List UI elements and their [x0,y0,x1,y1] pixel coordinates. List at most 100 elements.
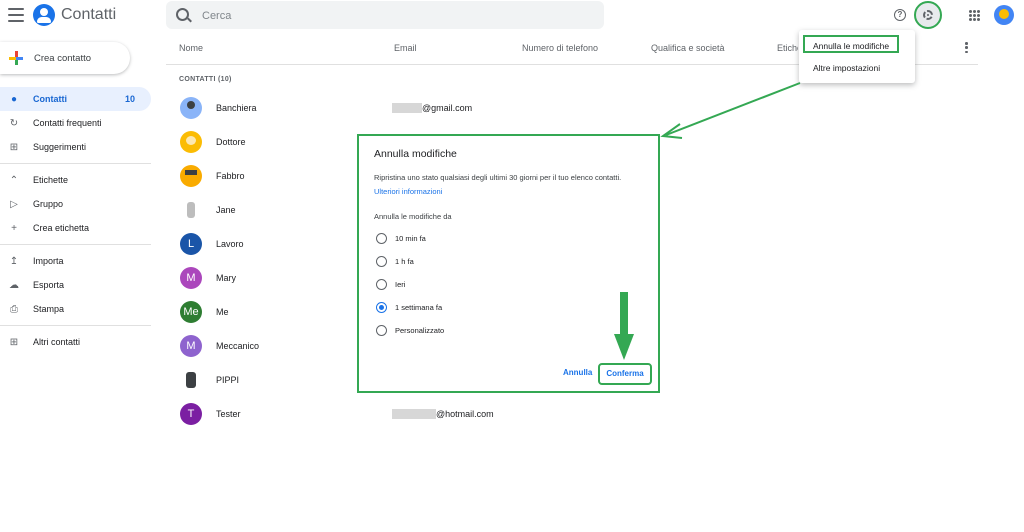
contact-email: @gmail.com [392,103,472,113]
sidebar-item-group[interactable]: ▷ Gruppo [0,192,151,216]
sidebar-item-label: Contatti frequenti [33,118,102,128]
radio-label: Personalizzato [395,326,445,335]
avatar [180,369,202,391]
contact-name: Jane [216,205,236,215]
table-row[interactable]: T Tester @hotmail.com [166,398,966,432]
column-header-job[interactable]: Qualifica e società [651,43,725,53]
sidebar-item-other-contacts[interactable]: ⊞ Altri contatti [0,330,151,354]
avatar [180,165,202,187]
sidebar-item-label: Stampa [33,304,65,314]
suggestion-icon: ⊞ [9,141,19,153]
avatar: M [180,267,202,289]
contact-email: @hotmail.com [392,409,494,419]
account-avatar[interactable] [994,5,1014,25]
dialog-description: Ripristina uno stato qualsiasi degli ult… [374,173,622,182]
radio-label: 1 h fa [395,257,414,266]
contacts-logo-icon [33,4,55,26]
dialog-subtitle: Annulla le modifiche da [374,212,452,221]
main-menu-icon[interactable] [8,8,24,22]
sidebar-item-label: Importa [33,256,64,266]
radio-button[interactable] [376,233,387,244]
contact-name: Fabbro [216,171,245,181]
avatar [180,97,202,119]
create-contact-button[interactable]: Crea contatto [0,42,130,74]
contact-name: Tester [216,409,241,419]
sidebar-item-frequent[interactable]: ↻ Contatti frequenti [0,111,151,135]
sidebar-item-label: Gruppo [33,199,64,209]
radio-option-yesterday[interactable]: Ieri [376,279,405,290]
radio-option-1h[interactable]: 1 h fa [376,256,414,267]
avatar: L [180,233,202,255]
chevron-up-icon: ⌃ [9,174,19,186]
search-input[interactable] [200,6,594,26]
create-contact-label: Crea contatto [34,52,92,64]
column-header-email[interactable]: Email [394,43,417,53]
gear-icon [923,10,933,20]
sidebar-item-create-label[interactable]: + Crea etichetta [0,216,151,240]
dialog-title: Annulla modifiche [374,148,457,160]
sidebar-item-export[interactable]: ☁ Esporta [0,273,151,297]
cloud-download-icon: ☁ [9,279,19,291]
menu-item-other-settings[interactable]: Altre impostazioni [813,63,880,73]
settings-button[interactable] [914,1,942,29]
printer-icon: ⎙ [10,303,18,315]
search-icon[interactable] [176,8,189,21]
radio-option-1week[interactable]: 1 settimana fa [376,302,442,313]
avatar [180,199,202,221]
sidebar-item-label: Etichette [33,175,69,185]
sidebar-item-label: Contatti [33,94,67,104]
radio-label: Ieri [395,280,406,289]
sidebar-item-contacts[interactable]: ● Contatti 10 [0,87,151,111]
person-icon: ● [10,93,18,105]
sidebar-item-label: Suggerimenti [33,142,87,152]
sidebar-item-suggestions[interactable]: ⊞ Suggerimenti [0,135,151,159]
sidebar-divider [0,325,151,326]
column-header-phone[interactable]: Numero di telefono [522,43,598,53]
menu-item-undo-changes[interactable]: Annulla le modifiche [813,41,889,51]
contact-name: Me [216,307,229,317]
contacts-count: 10 [124,94,135,104]
avatar [180,131,202,153]
section-label: CONTATTI (10) [179,76,232,83]
help-icon[interactable]: ? [894,9,906,21]
column-header-labels[interactable]: Etichette [777,43,798,53]
sidebar-item-import[interactable]: ↥ Importa [0,249,151,273]
more-options-icon[interactable] [965,42,968,53]
learn-more-link[interactable]: Ulteriori informazioni [374,187,442,196]
contact-name: Dottore [216,137,246,147]
sidebar-divider [0,244,151,245]
radio-button[interactable] [376,256,387,267]
radio-button[interactable] [376,279,387,290]
radio-label: 1 settimana fa [395,303,443,312]
cancel-button[interactable]: Annulla [563,368,592,377]
sidebar-item-print[interactable]: ⎙ Stampa [0,297,151,321]
column-header-name[interactable]: Nome [179,43,203,53]
arrow-down-icon [614,292,634,360]
contact-name: Banchiera [216,103,257,113]
avatar: Me [180,301,202,323]
app-title: Contatti [61,6,117,23]
sidebar-item-label: Altri contatti [33,337,81,347]
contact-name: Meccanico [216,341,260,351]
sidebar-item-label: Esporta [33,280,65,290]
radio-label: 10 min fa [395,234,426,243]
contact-name: Mary [216,273,236,283]
label-icon: ▷ [10,198,18,210]
settings-menu: Annulla le modifiche Altre impostazioni [799,30,915,83]
table-row[interactable]: Banchiera @gmail.com [166,92,966,126]
confirm-button[interactable]: Conferma [598,363,652,385]
radio-button-checked[interactable] [376,302,387,313]
upload-icon: ↥ [9,255,19,267]
callout-arrow-icon [660,82,801,139]
plus-icon [9,51,23,65]
radio-option-custom[interactable]: Personalizzato [376,325,444,336]
avatar: M [180,335,202,357]
sidebar-item-labels[interactable]: ⌃ Etichette [0,168,151,192]
radio-button[interactable] [376,325,387,336]
apps-grid-icon[interactable] [969,10,980,21]
radio-option-10min[interactable]: 10 min fa [376,233,426,244]
sidebar-divider [0,163,151,164]
archive-icon: ⊞ [9,336,19,348]
add-icon: + [11,222,17,234]
contact-name: Lavoro [216,239,244,249]
